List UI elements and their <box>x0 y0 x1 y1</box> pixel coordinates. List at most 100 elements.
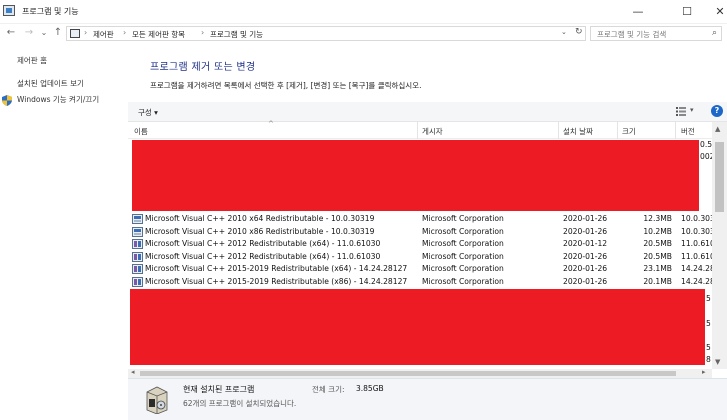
close-button[interactable]: ✕ <box>703 0 727 24</box>
version-partial: 5 <box>706 294 711 303</box>
column-divider[interactable] <box>558 122 559 139</box>
version-partial: 002 <box>700 152 712 161</box>
scroll-down-icon[interactable]: ▼ <box>715 358 720 366</box>
breadcrumb-programs-features[interactable]: 프로그램 및 기능 <box>210 29 263 40</box>
total-size-label: 전체 크기: <box>312 385 345 394</box>
details-pane: 현재 설치된 프로그램 전체 크기: 3.85GB 62개의 프로그램이 설치되… <box>128 378 727 420</box>
scroll-up-icon[interactable]: ▲ <box>715 125 720 133</box>
program-installed-on: 2020-01-26 <box>563 226 608 236</box>
program-size: 20.1MB <box>643 276 672 286</box>
list-header: ^ 이름 게시자 설치 날짜 크기 버전 <box>128 120 712 139</box>
back-button[interactable]: ← <box>4 26 18 40</box>
program-version: 11.0.61030 <box>681 251 712 261</box>
breadcrumb-separator: › <box>201 28 205 37</box>
organize-button[interactable]: 구성 ▾ <box>138 107 158 118</box>
minimize-button[interactable]: — <box>621 0 655 24</box>
program-size: 12.3MB <box>643 214 672 223</box>
program-publisher: Microsoft Corporation <box>422 276 504 286</box>
address-dropdown-icon[interactable]: ⌄ <box>561 28 567 36</box>
table-row[interactable]: Microsoft Visual C++ 2015-2019 Redistrib… <box>128 263 712 276</box>
column-header-name[interactable]: 이름 <box>134 126 148 137</box>
program-installed-on: 2020-01-26 <box>563 264 608 273</box>
program-version: 14.24.2812 <box>681 264 712 273</box>
navigation-bar: ← → ⌄ ↑ › 제어판 › 모든 제어판 항목 › 프로그램 및 기능 ⌄ … <box>0 24 727 44</box>
redaction-block <box>130 289 705 365</box>
version-partial: 5 <box>706 319 711 328</box>
recent-locations-button[interactable]: ⌄ <box>37 26 51 40</box>
uac-shield-icon <box>2 95 12 106</box>
installer-icon <box>132 276 143 287</box>
software-box-icon <box>146 386 168 414</box>
view-dropdown-icon[interactable]: ▾ <box>690 106 694 114</box>
installer-icon <box>132 239 143 249</box>
program-version: 14.24.2812 <box>681 276 712 286</box>
total-size-value: 3.85GB <box>356 384 384 393</box>
program-name: Microsoft Visual C++ 2012 Redistributabl… <box>145 251 381 261</box>
program-size: 10.2MB <box>643 226 672 236</box>
column-header-size[interactable]: 크기 <box>622 126 636 137</box>
vertical-scrollbar[interactable]: ▲ ▼ <box>712 122 727 369</box>
column-header-installed-on[interactable]: 설치 날짜 <box>563 126 593 137</box>
refresh-icon[interactable]: ↻ <box>575 27 583 37</box>
program-publisher: Microsoft Corporation <box>422 226 504 236</box>
column-divider[interactable] <box>417 122 418 139</box>
program-installed-on: 2020-01-26 <box>563 276 608 286</box>
breadcrumb-separator: › <box>123 28 127 37</box>
program-name: Microsoft Visual C++ 2010 x86 Redistribu… <box>145 226 375 236</box>
program-publisher: Microsoft Corporation <box>422 251 504 261</box>
program-publisher: Microsoft Corporation <box>422 214 504 223</box>
breadcrumb-separator: › <box>84 28 88 37</box>
installer-icon <box>132 264 143 274</box>
version-partial: 8 <box>706 355 711 364</box>
sidebar-item-windows-features[interactable]: Windows 기능 켜기/끄기 <box>17 94 99 105</box>
program-name: Microsoft Visual C++ 2015-2019 Redistrib… <box>145 264 408 273</box>
up-button[interactable]: ↑ <box>51 26 65 40</box>
breadcrumb-all-items[interactable]: 모든 제어판 항목 <box>132 29 185 40</box>
column-header-version[interactable]: 버전 <box>681 126 695 137</box>
control-panel-icon <box>70 29 80 38</box>
program-installed-on: 2020-01-26 <box>563 251 608 261</box>
title-bar: 프로그램 및 기능 — ☐ ✕ <box>0 0 727 24</box>
view-options-icon[interactable] <box>676 107 686 116</box>
search-icon[interactable]: ⌕ <box>712 28 717 38</box>
program-list[interactable]: 0.5 002 Microsoft Visual C++ 2010 x64 Re… <box>128 139 712 369</box>
scroll-thumb[interactable] <box>715 142 724 212</box>
command-toolbar: 구성 ▾ ▾ ? <box>128 102 727 122</box>
program-installed-on: 2020-01-26 <box>563 214 608 223</box>
table-row[interactable]: Microsoft Visual C++ 2010 x64 Redistribu… <box>128 213 712 226</box>
program-version: 10.0.30319 <box>681 226 712 236</box>
maximize-button[interactable]: ☐ <box>670 0 704 24</box>
program-name: Microsoft Visual C++ 2010 x64 Redistribu… <box>145 214 375 223</box>
program-publisher: Microsoft Corporation <box>422 264 504 273</box>
scroll-right-icon[interactable]: ▸ <box>702 368 706 376</box>
sidebar-item-installed-updates[interactable]: 설치된 업데이트 보기 <box>17 78 84 89</box>
breadcrumb-control-panel[interactable]: 제어판 <box>93 29 114 40</box>
program-publisher: Microsoft Corporation <box>422 239 504 248</box>
scroll-thumb[interactable] <box>140 371 676 376</box>
table-row[interactable]: Microsoft Visual C++ 2012 Redistributabl… <box>128 238 712 251</box>
search-placeholder: 프로그램 및 기능 검색 <box>597 30 667 39</box>
installer-icon <box>132 226 143 237</box>
details-title: 현재 설치된 프로그램 <box>183 385 255 394</box>
forward-button[interactable]: → <box>22 26 36 40</box>
search-input[interactable]: 프로그램 및 기능 검색 ⌕ <box>590 26 722 41</box>
table-row[interactable]: Microsoft Visual C++ 2012 Redistributabl… <box>128 251 712 264</box>
installer-icon <box>132 251 143 262</box>
help-button[interactable]: ? <box>711 105 723 117</box>
left-pane: 제어판 홈 설치된 업데이트 보기 Windows 기능 켜기/끄기 <box>0 44 128 374</box>
horizontal-scrollbar[interactable]: ◂ ▸ <box>128 368 712 378</box>
table-row[interactable]: Microsoft Visual C++ 2015-2019 Redistrib… <box>128 276 712 289</box>
address-bar[interactable]: › 제어판 › 모든 제어판 항목 › 프로그램 및 기능 ⌄ ↻ <box>66 26 586 41</box>
column-header-publisher[interactable]: 게시자 <box>422 126 443 137</box>
column-divider[interactable] <box>675 122 676 139</box>
installer-icon <box>132 214 143 224</box>
program-name: Microsoft Visual C++ 2012 Redistributabl… <box>145 239 381 248</box>
table-row[interactable]: Microsoft Visual C++ 2010 x86 Redistribu… <box>128 226 712 239</box>
program-version: 10.0.30319 <box>681 214 712 223</box>
version-partial: 5 <box>706 343 711 352</box>
column-divider[interactable] <box>617 122 618 139</box>
sidebar-item-control-panel-home[interactable]: 제어판 홈 <box>17 55 47 66</box>
scroll-left-icon[interactable]: ◂ <box>131 368 135 376</box>
program-count: 62개의 프로그램이 설치되었습니다. <box>183 399 297 408</box>
program-name: Microsoft Visual C++ 2015-2019 Redistrib… <box>145 276 408 286</box>
